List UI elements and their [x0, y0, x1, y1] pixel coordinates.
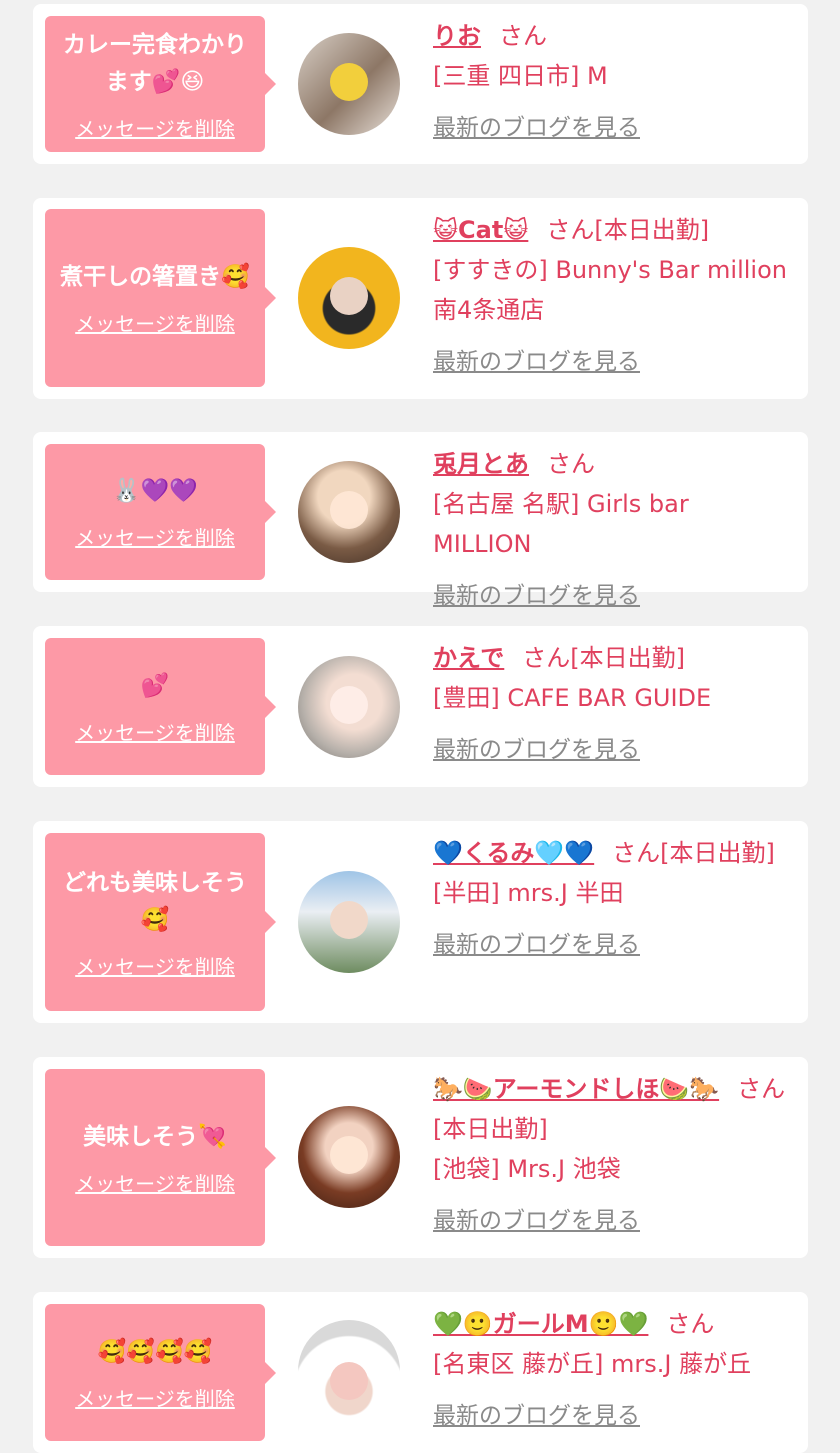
message-bubble: 煮干しの箸置き🥰 メッセージを削除 — [45, 209, 276, 387]
delete-message-link[interactable]: メッセージを削除 — [75, 1383, 235, 1412]
profile-info: 兎月とあ さん [名古屋 名駅] Girls bar MILLION 最新のブログ… — [433, 444, 794, 616]
message-card: どれも美味しそう🥰 メッセージを削除 💙くるみ🩵💙 さん[本日出勤] [半田] m… — [33, 821, 808, 1023]
message-text: 🥰🥰🥰🥰 — [97, 1338, 213, 1365]
avatar[interactable] — [298, 1106, 400, 1208]
message-bubble: 💕 メッセージを削除 — [45, 638, 276, 775]
shop-location: [名古屋 名駅] Girls bar MILLION — [433, 490, 689, 558]
delete-message-link[interactable]: メッセージを削除 — [75, 113, 235, 142]
message-text: 🐰💜💜 — [112, 478, 198, 504]
message-text: 煮干しの箸置き🥰 — [60, 264, 250, 290]
shop-location: [すすきの] Bunny's Bar million 南4条通店 — [433, 256, 787, 324]
profile-info: 😺Cat😺 さん[本日出勤] [すすきの] Bunny's Bar million… — [433, 210, 794, 382]
message-text: 美味しそう💘 — [83, 1123, 227, 1150]
name-suffix: さん — [666, 1310, 715, 1338]
shop-location: [名東区 藤が丘] mrs.J 藤が丘 — [433, 1350, 752, 1378]
avatar[interactable] — [298, 656, 400, 758]
profile-info: 🐎🍉アーモンドしほ🍉🐎 さん[本日出勤] [池袋] Mrs.J 池袋 最新のブログ… — [433, 1069, 794, 1241]
shop-location: [半田] mrs.J 半田 — [433, 879, 624, 907]
message-card: カレー完食わかります💕😆 メッセージを削除 りお さん [三重 四日市] M 最新… — [33, 4, 808, 164]
avatar[interactable] — [298, 1320, 400, 1422]
message-bubble: 美味しそう💘 メッセージを削除 — [45, 1069, 276, 1246]
latest-blog-link[interactable]: 最新のブログを見る — [433, 108, 794, 148]
latest-blog-link[interactable]: 最新のブログを見る — [433, 1396, 794, 1436]
name-suffix: さん — [547, 450, 595, 478]
message-text: 💕 — [140, 672, 170, 699]
delete-message-link[interactable]: メッセージを削除 — [75, 1168, 235, 1197]
profile-info: かえで さん[本日出勤] [豊田] CAFE BAR GUIDE 最新のブログを見… — [433, 638, 794, 770]
message-card: 🐰💜💜 メッセージを削除 兎月とあ さん [名古屋 名駅] Girls bar M… — [33, 432, 808, 609]
girl-name-link[interactable]: かえで — [433, 644, 504, 672]
girl-name-link[interactable]: 🐎🍉アーモンドしほ🍉🐎 — [433, 1075, 719, 1103]
girl-name-link[interactable]: 兎月とあ — [433, 450, 529, 478]
latest-blog-link[interactable]: 最新のブログを見る — [433, 1201, 794, 1241]
girl-name-link[interactable]: りお — [433, 22, 481, 50]
name-suffix: さん[本日出勤] — [522, 644, 686, 672]
profile-info: りお さん [三重 四日市] M 最新のブログを見る — [433, 16, 794, 148]
avatar[interactable] — [298, 461, 400, 563]
girl-name-link[interactable]: 💚🙂ガールM🙂💚 — [433, 1310, 648, 1338]
latest-blog-link[interactable]: 最新のブログを見る — [433, 342, 794, 382]
message-text: どれも美味しそう🥰 — [63, 869, 247, 933]
message-text: カレー完食わかります💕😆 — [63, 31, 247, 95]
shop-location: [豊田] CAFE BAR GUIDE — [433, 684, 712, 712]
profile-info: 💚🙂ガールM🙂💚 さん [名東区 藤が丘] mrs.J 藤が丘 最新のブログを見る — [433, 1304, 794, 1436]
delete-message-link[interactable]: メッセージを削除 — [75, 308, 235, 337]
message-list: カレー完食わかります💕😆 メッセージを削除 りお さん [三重 四日市] M 最新… — [0, 0, 840, 1453]
name-suffix: さん — [499, 22, 547, 50]
delete-message-link[interactable]: メッセージを削除 — [75, 951, 235, 980]
shop-location: [三重 四日市] M — [433, 62, 608, 90]
avatar[interactable] — [298, 247, 400, 349]
message-bubble: どれも美味しそう🥰 メッセージを削除 — [45, 833, 276, 1011]
shop-location: [池袋] Mrs.J 池袋 — [433, 1155, 621, 1183]
message-card: 🥰🥰🥰🥰 メッセージを削除 💚🙂ガールM🙂💚 さん [名東区 藤が丘] mrs.J… — [33, 1292, 808, 1453]
message-bubble: 🥰🥰🥰🥰 メッセージを削除 — [45, 1304, 276, 1441]
message-bubble: カレー完食わかります💕😆 メッセージを削除 — [45, 16, 276, 152]
message-card: 煮干しの箸置き🥰 メッセージを削除 😺Cat😺 さん[本日出勤] [すすきの] B… — [33, 198, 808, 399]
name-suffix: さん[本日出勤] — [612, 839, 775, 867]
avatar[interactable] — [298, 871, 400, 973]
message-card: 美味しそう💘 メッセージを削除 🐎🍉アーモンドしほ🍉🐎 さん[本日出勤] [池袋]… — [33, 1057, 808, 1258]
latest-blog-link[interactable]: 最新のブログを見る — [433, 730, 794, 770]
message-card: 💕 メッセージを削除 かえで さん[本日出勤] [豊田] CAFE BAR GUI… — [33, 626, 808, 787]
avatar[interactable] — [298, 33, 400, 135]
message-bubble: 🐰💜💜 メッセージを削除 — [45, 444, 276, 580]
delete-message-link[interactable]: メッセージを削除 — [75, 717, 235, 746]
name-suffix: さん[本日出勤] — [546, 216, 710, 244]
latest-blog-link[interactable]: 最新のブログを見る — [433, 576, 794, 616]
latest-blog-link[interactable]: 最新のブログを見る — [433, 925, 794, 965]
girl-name-link[interactable]: 💙くるみ🩵💙 — [433, 839, 594, 867]
delete-message-link[interactable]: メッセージを削除 — [75, 522, 235, 551]
girl-name-link[interactable]: 😺Cat😺 — [433, 216, 528, 244]
profile-info: 💙くるみ🩵💙 さん[本日出勤] [半田] mrs.J 半田 最新のブログを見る — [433, 833, 794, 965]
